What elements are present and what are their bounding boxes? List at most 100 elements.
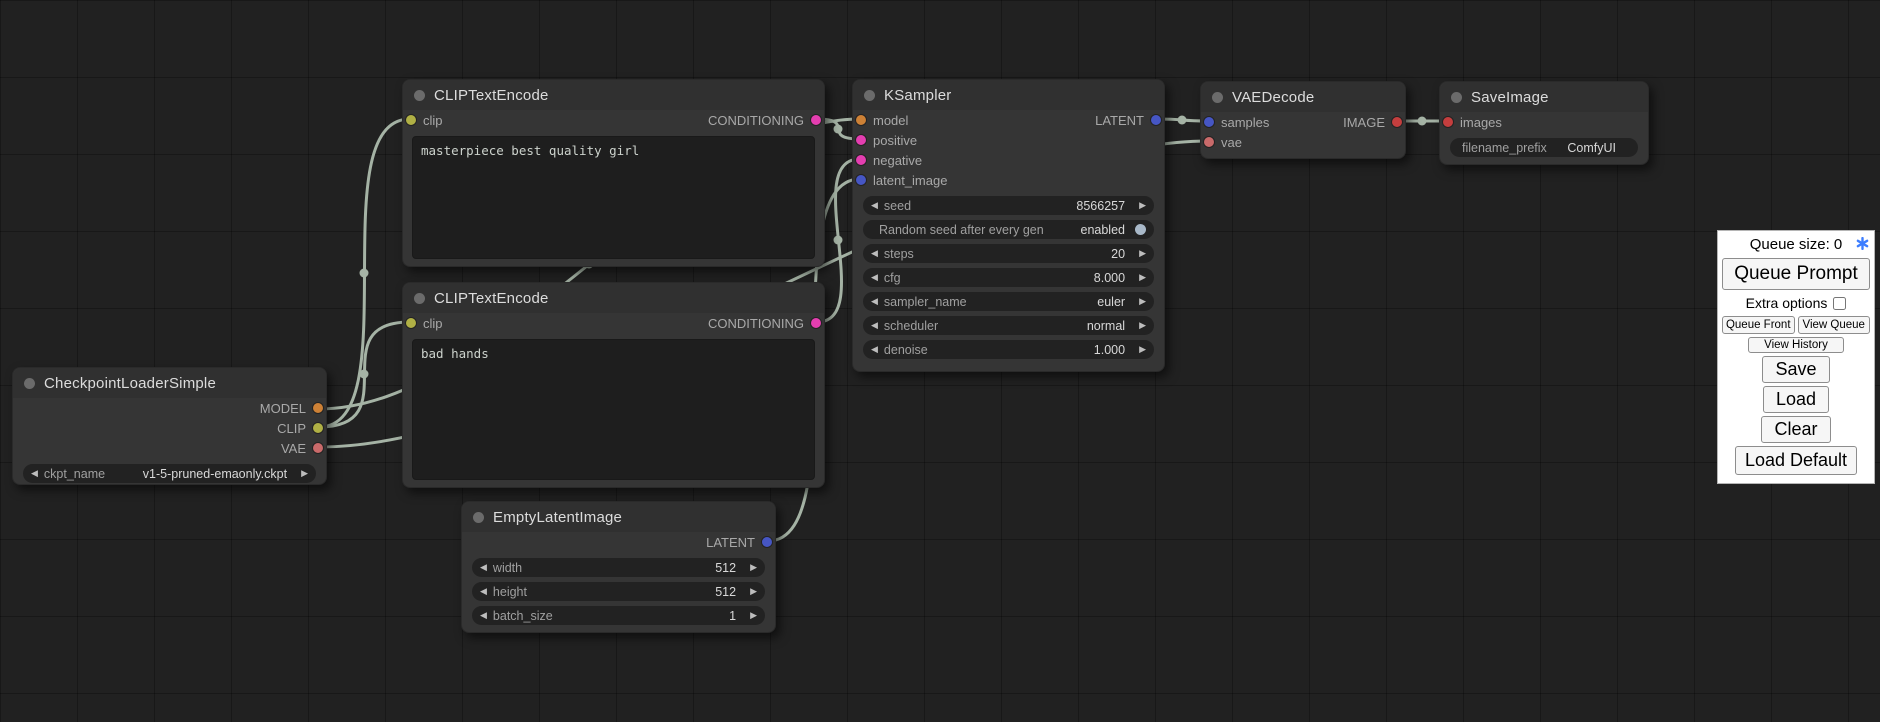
widget-decrement-arrow[interactable]: ◀	[871, 297, 878, 306]
negative-prompt-textarea[interactable]: bad hands	[412, 339, 815, 480]
save-button[interactable]: Save	[1762, 356, 1829, 383]
widget-increment-arrow[interactable]: ▶	[1139, 249, 1146, 258]
node-graph-canvas[interactable]: CheckpointLoaderSimple MODEL CLIP VAE ◀ …	[0, 0, 1880, 722]
toggle-dot[interactable]	[1135, 224, 1146, 235]
width-widget[interactable]: ◀ width 512 ▶	[472, 558, 765, 577]
input-slot-negative[interactable]: negative	[853, 153, 922, 168]
ckpt-name-widget[interactable]: ◀ ckpt_name v1-5-pruned-emaonly.ckpt ▶	[23, 464, 316, 483]
latent-image-input-dot[interactable]	[856, 175, 866, 185]
node-clip-text-encode-positive[interactable]: CLIPTextEncode clip CONDITIONING masterp…	[402, 79, 825, 267]
node-collapse-dot[interactable]	[414, 293, 425, 304]
widget-increment-arrow[interactable]: ▶	[1139, 273, 1146, 282]
image-output-dot[interactable]	[1392, 117, 1402, 127]
output-slot-latent[interactable]: LATENT	[1095, 113, 1164, 128]
sampler-name-widget[interactable]: ◀ sampler_name euler ▶	[863, 292, 1154, 311]
images-input-dot[interactable]	[1443, 117, 1453, 127]
extra-options-checkbox[interactable]	[1833, 297, 1846, 310]
node-checkpoint-loader[interactable]: CheckpointLoaderSimple MODEL CLIP VAE ◀ …	[12, 367, 327, 485]
negative-input-dot[interactable]	[856, 155, 866, 165]
denoise-widget[interactable]: ◀ denoise 1.000 ▶	[863, 340, 1154, 359]
widget-increment-arrow[interactable]: ▶	[1139, 297, 1146, 306]
queue-front-button[interactable]: Queue Front	[1722, 316, 1795, 334]
steps-widget[interactable]: ◀ steps 20 ▶	[863, 244, 1154, 263]
node-title-bar[interactable]: KSampler	[853, 80, 1164, 110]
height-widget[interactable]: ◀ height 512 ▶	[472, 582, 765, 601]
node-title-bar[interactable]: VAEDecode	[1201, 82, 1405, 112]
widget-increment-arrow[interactable]: ▶	[750, 563, 757, 572]
node-collapse-dot[interactable]	[473, 512, 484, 523]
widget-increment-arrow[interactable]: ▶	[1139, 345, 1146, 354]
view-queue-button[interactable]: View Queue	[1798, 316, 1871, 334]
widget-decrement-arrow[interactable]: ◀	[31, 469, 38, 478]
node-collapse-dot[interactable]	[1451, 92, 1462, 103]
widget-increment-arrow[interactable]: ▶	[1139, 321, 1146, 330]
widget-increment-arrow[interactable]: ▶	[750, 611, 757, 620]
node-title-bar[interactable]: CheckpointLoaderSimple	[13, 368, 326, 398]
model-output-dot[interactable]	[313, 403, 323, 413]
node-clip-text-encode-negative[interactable]: CLIPTextEncode clip CONDITIONING bad han…	[402, 282, 825, 488]
input-slot-model[interactable]: model	[853, 113, 908, 128]
node-title-bar[interactable]: CLIPTextEncode	[403, 80, 824, 110]
node-collapse-dot[interactable]	[864, 90, 875, 101]
load-default-button[interactable]: Load Default	[1735, 446, 1857, 475]
model-input-dot[interactable]	[856, 115, 866, 125]
clip-output-dot[interactable]	[313, 423, 323, 433]
filename-prefix-widget[interactable]: filename_prefix ComfyUI	[1450, 138, 1638, 157]
batch-size-widget[interactable]: ◀ batch_size 1 ▶	[472, 606, 765, 625]
node-title-bar[interactable]: EmptyLatentImage	[462, 502, 775, 532]
widget-decrement-arrow[interactable]: ◀	[871, 273, 878, 282]
clip-input-dot[interactable]	[406, 318, 416, 328]
view-history-button[interactable]: View History	[1748, 337, 1844, 353]
output-slot-conditioning[interactable]: CONDITIONING	[708, 316, 824, 331]
seed-widget[interactable]: ◀ seed 8566257 ▶	[863, 196, 1154, 215]
widget-decrement-arrow[interactable]: ◀	[871, 201, 878, 210]
widget-decrement-arrow[interactable]: ◀	[871, 345, 878, 354]
clip-input-dot[interactable]	[406, 115, 416, 125]
widget-increment-arrow[interactable]: ▶	[1139, 201, 1146, 210]
conditioning-output-dot[interactable]	[811, 318, 821, 328]
widget-decrement-arrow[interactable]: ◀	[480, 611, 487, 620]
input-slot-latent-image[interactable]: latent_image	[853, 173, 947, 188]
node-collapse-dot[interactable]	[24, 378, 35, 389]
output-slot-vae[interactable]: VAE	[281, 441, 326, 456]
input-slot-samples[interactable]: samples	[1201, 115, 1269, 130]
node-ksampler[interactable]: KSampler model LATENT positive negative	[852, 79, 1165, 372]
output-slot-conditioning[interactable]: CONDITIONING	[708, 113, 824, 128]
conditioning-output-dot[interactable]	[811, 115, 821, 125]
widget-decrement-arrow[interactable]: ◀	[871, 321, 878, 330]
input-slot-clip[interactable]: clip	[403, 113, 443, 128]
node-vae-decode[interactable]: VAEDecode samples IMAGE vae	[1200, 81, 1406, 159]
load-button[interactable]: Load	[1763, 386, 1829, 413]
node-save-image[interactable]: SaveImage images filename_prefix ComfyUI	[1439, 81, 1649, 165]
node-collapse-dot[interactable]	[1212, 92, 1223, 103]
widget-decrement-arrow[interactable]: ◀	[480, 587, 487, 596]
widget-increment-arrow[interactable]: ▶	[301, 469, 308, 478]
latent-output-dot[interactable]	[762, 537, 772, 547]
node-empty-latent-image[interactable]: EmptyLatentImage LATENT ◀ width 512 ▶ ◀ …	[461, 501, 776, 633]
node-collapse-dot[interactable]	[414, 90, 425, 101]
clear-button[interactable]: Clear	[1761, 416, 1830, 443]
latent-output-dot[interactable]	[1151, 115, 1161, 125]
output-slot-model[interactable]: MODEL	[260, 401, 326, 416]
input-slot-vae[interactable]: vae	[1201, 135, 1242, 150]
output-slot-latent[interactable]: LATENT	[706, 535, 775, 550]
cfg-widget[interactable]: ◀ cfg 8.000 ▶	[863, 268, 1154, 287]
node-title-bar[interactable]: SaveImage	[1440, 82, 1648, 112]
output-slot-clip[interactable]: CLIP	[277, 421, 326, 436]
random-seed-toggle-widget[interactable]: Random seed after every gen enabled	[863, 220, 1154, 239]
input-slot-positive[interactable]: positive	[853, 133, 917, 148]
input-slot-clip[interactable]: clip	[403, 316, 443, 331]
output-slot-image[interactable]: IMAGE	[1343, 115, 1405, 130]
node-title-bar[interactable]: CLIPTextEncode	[403, 283, 824, 313]
scheduler-widget[interactable]: ◀ scheduler normal ▶	[863, 316, 1154, 335]
positive-prompt-textarea[interactable]: masterpiece best quality girl	[412, 136, 815, 259]
samples-input-dot[interactable]	[1204, 117, 1214, 127]
widget-decrement-arrow[interactable]: ◀	[871, 249, 878, 258]
positive-input-dot[interactable]	[856, 135, 866, 145]
queue-prompt-button[interactable]: Queue Prompt	[1722, 258, 1870, 290]
settings-icon[interactable]	[1856, 237, 1869, 254]
vae-input-dot[interactable]	[1204, 137, 1214, 147]
widget-decrement-arrow[interactable]: ◀	[480, 563, 487, 572]
widget-increment-arrow[interactable]: ▶	[750, 587, 757, 596]
input-slot-images[interactable]: images	[1440, 115, 1502, 130]
